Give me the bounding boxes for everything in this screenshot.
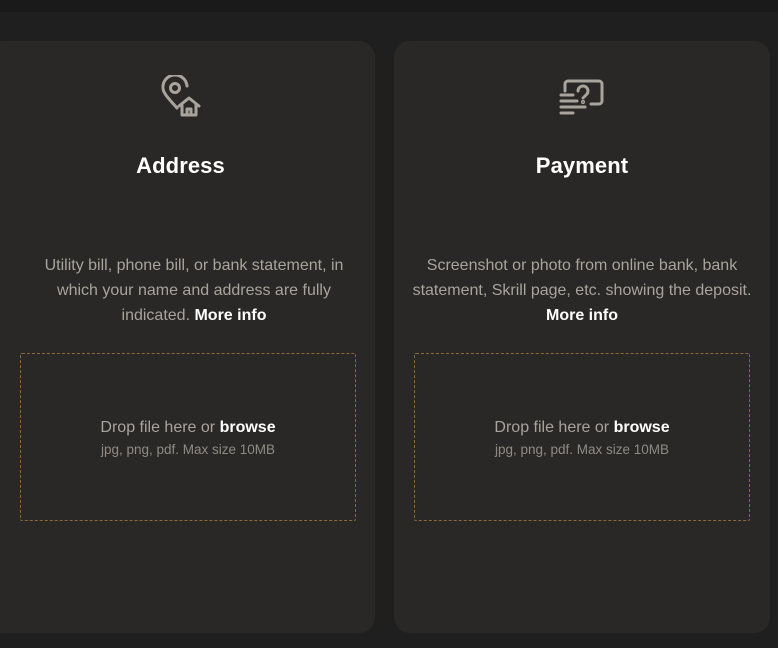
top-strip — [0, 0, 778, 12]
address-title: Address — [136, 153, 225, 178]
payment-dropzone[interactable]: Drop file here or browse jpg, png, pdf. … — [414, 353, 750, 521]
address-drop-line: Drop file here or browse — [100, 418, 275, 438]
address-dropzone[interactable]: Drop file here or browse jpg, png, pdf. … — [20, 353, 356, 521]
payment-description: Screenshot or photo from online bank, ba… — [412, 253, 752, 328]
address-drop-text: Drop file here or — [100, 418, 216, 436]
address-more-info-link[interactable]: More info — [194, 307, 266, 324]
address-file-hint: jpg, png, pdf. Max size 10MB — [100, 441, 276, 457]
location-home-icon — [157, 75, 205, 123]
address-description: Utility bill, phone bill, or bank statem… — [26, 253, 362, 328]
payment-title: Payment — [535, 153, 629, 178]
payment-cash-icon — [558, 75, 606, 123]
payment-card: Payment Screenshot or photo from online … — [394, 41, 770, 633]
payment-drop-line: Drop file here or browse — [494, 418, 669, 438]
address-card: Address Utility bill, phone bill, or ban… — [0, 41, 375, 633]
payment-more-info-link[interactable]: More info — [546, 307, 618, 324]
payment-file-hint: jpg, png, pdf. Max size 10MB — [494, 441, 670, 457]
address-browse-link[interactable]: browse — [220, 419, 276, 436]
payment-drop-text: Drop file here or — [494, 418, 610, 436]
payment-browse-link[interactable]: browse — [614, 419, 670, 436]
payment-description-text: Screenshot or photo from online bank, ba… — [412, 257, 752, 299]
